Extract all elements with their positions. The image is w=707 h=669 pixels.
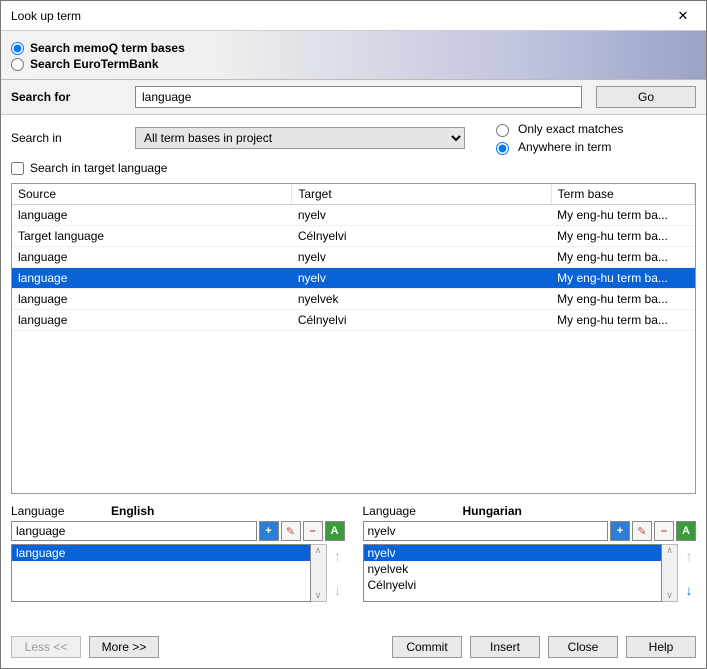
target-format-icon[interactable]: A (676, 521, 696, 541)
table-cell: My eng-hu term ba... (551, 226, 694, 247)
window-title: Look up term (11, 9, 668, 23)
search-for-label: Search for (11, 90, 121, 104)
list-item[interactable]: language (12, 545, 310, 561)
source-move-up-icon[interactable]: ↑ (334, 548, 341, 564)
target-language-value: Hungarian (463, 504, 522, 518)
table-cell: My eng-hu term ba... (551, 289, 694, 310)
target-add-icon[interactable]: + (610, 521, 630, 541)
only-exact-label[interactable]: Only exact matches (518, 122, 623, 136)
target-pane: Language Hungarian + ✎ – A nyelvnyelvekC… (363, 504, 697, 626)
less-button[interactable]: Less << (11, 636, 81, 658)
table-row[interactable]: languagenyelvMy eng-hu term ba... (12, 205, 695, 226)
lookup-term-window: Look up term ✕ Search memoQ term bases S… (0, 0, 707, 669)
table-cell: language (12, 310, 292, 331)
table-cell: Target language (12, 226, 292, 247)
source-scrollbar[interactable]: ∧∨ (311, 544, 327, 602)
table-cell: language (12, 205, 292, 226)
search-in-label: Search in (11, 131, 121, 145)
results-table[interactable]: Source Target Term base languagenyelvMy … (11, 183, 696, 494)
table-cell: nyelvek (292, 289, 551, 310)
source-reorder-arrows: ↑ ↓ (327, 544, 345, 602)
list-item[interactable]: Célnyelvi (364, 577, 662, 593)
options-row: Search in All term bases in project Only… (1, 115, 706, 183)
table-cell: My eng-hu term ba... (551, 247, 694, 268)
table-cell: language (12, 247, 292, 268)
source-format-icon[interactable]: A (325, 521, 345, 541)
search-bar: Search for Go (1, 80, 706, 115)
help-button[interactable]: Help (626, 636, 696, 658)
table-cell: nyelv (292, 205, 551, 226)
results-header-row[interactable]: Source Target Term base (12, 184, 695, 205)
table-cell: nyelv (292, 247, 551, 268)
source-language-value: English (111, 504, 154, 518)
search-memoq-radio[interactable] (11, 42, 24, 55)
table-cell: Célnyelvi (292, 226, 551, 247)
source-term-list[interactable]: language (11, 544, 311, 602)
table-cell: language (12, 289, 292, 310)
table-row[interactable]: languagenyelvMy eng-hu term ba... (12, 247, 695, 268)
list-item[interactable]: nyelv (364, 545, 662, 561)
table-row[interactable]: languagenyelvMy eng-hu term ba... (12, 268, 695, 289)
col-target[interactable]: Target (292, 184, 551, 205)
only-exact-radio[interactable] (496, 124, 509, 137)
target-delete-icon[interactable]: – (654, 521, 674, 541)
search-eurotermbank-label[interactable]: Search EuroTermBank (30, 57, 159, 71)
search-for-input[interactable] (135, 86, 582, 108)
source-language-label: Language (11, 504, 71, 518)
anywhere-label[interactable]: Anywhere in term (518, 140, 611, 154)
anywhere-radio[interactable] (496, 142, 509, 155)
search-in-select[interactable]: All term bases in project (135, 127, 465, 149)
close-button[interactable]: Close (548, 636, 618, 658)
go-button[interactable]: Go (596, 86, 696, 108)
table-row[interactable]: languageCélnyelviMy eng-hu term ba... (12, 310, 695, 331)
search-memoq-label[interactable]: Search memoQ term bases (30, 41, 185, 55)
target-scrollbar[interactable]: ∧∨ (662, 544, 678, 602)
target-term-list[interactable]: nyelvnyelvekCélnyelvi (363, 544, 663, 602)
close-icon[interactable]: ✕ (668, 5, 698, 27)
table-row[interactable]: languagenyelvekMy eng-hu term ba... (12, 289, 695, 310)
col-source[interactable]: Source (12, 184, 292, 205)
search-scope-panel: Search memoQ term bases Search EuroTermB… (1, 31, 706, 80)
results-wrap: Source Target Term base languagenyelvMy … (1, 183, 706, 500)
source-insert-icon[interactable]: ✎ (281, 521, 301, 541)
target-language-label: Language (363, 504, 423, 518)
target-reorder-arrows: ↑ ↓ (678, 544, 696, 602)
footer-buttons: Less << More >> Commit Insert Close Help (1, 630, 706, 668)
target-term-input[interactable] (363, 521, 609, 541)
table-cell: Célnyelvi (292, 310, 551, 331)
table-cell: My eng-hu term ba... (551, 205, 694, 226)
commit-button[interactable]: Commit (392, 636, 462, 658)
source-pane: Language English + ✎ – A language ∧∨ ↑ ↓ (11, 504, 345, 626)
table-cell: language (12, 268, 292, 289)
more-button[interactable]: More >> (89, 636, 159, 658)
table-cell: nyelv (292, 268, 551, 289)
table-cell: My eng-hu term ba... (551, 268, 694, 289)
term-edit-panels: Language English + ✎ – A language ∧∨ ↑ ↓ (1, 500, 706, 630)
source-term-input[interactable] (11, 521, 257, 541)
target-move-up-icon[interactable]: ↑ (686, 548, 693, 564)
target-insert-icon[interactable]: ✎ (632, 521, 652, 541)
table-cell: My eng-hu term ba... (551, 310, 694, 331)
col-termbase[interactable]: Term base (551, 184, 694, 205)
table-row[interactable]: Target languageCélnyelviMy eng-hu term b… (12, 226, 695, 247)
source-delete-icon[interactable]: – (303, 521, 323, 541)
search-eurotermbank-radio[interactable] (11, 58, 24, 71)
titlebar: Look up term ✕ (1, 1, 706, 31)
search-target-lang-label[interactable]: Search in target language (30, 161, 167, 175)
insert-button[interactable]: Insert (470, 636, 540, 658)
target-move-down-icon[interactable]: ↓ (686, 582, 693, 598)
list-item[interactable]: nyelvek (364, 561, 662, 577)
match-radios: Only exact matches Anywhere in term (491, 121, 623, 155)
source-add-icon[interactable]: + (259, 521, 279, 541)
search-target-lang-checkbox[interactable] (11, 162, 24, 175)
source-move-down-icon[interactable]: ↓ (334, 582, 341, 598)
